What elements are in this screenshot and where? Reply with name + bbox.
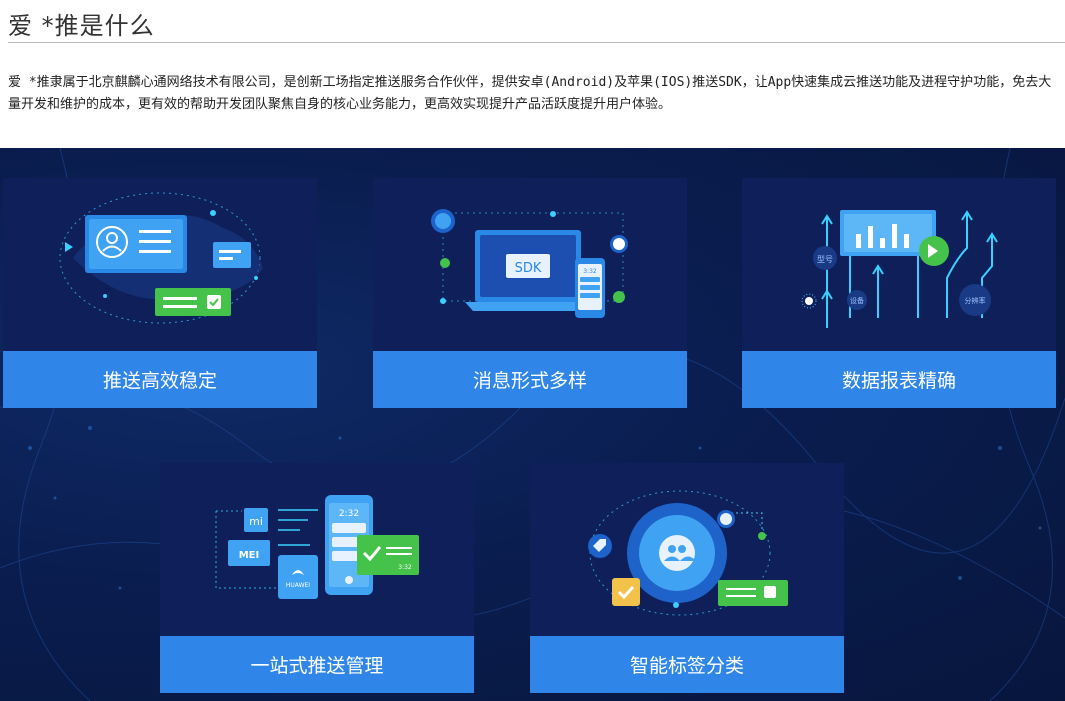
feature-caption: 智能标签分类 [530, 636, 844, 693]
feature-card-push-management[interactable]: mi MEI HUAWEI 2:32 3:32 一站式推送管理 [160, 463, 474, 693]
sdk-laptop-icon: SDK 3:32 [431, 209, 628, 318]
feature-card-smart-tags[interactable]: 智能标签分类 [530, 463, 844, 693]
report-tag-device: 设备 [850, 296, 864, 305]
report-chart-icon: 型号 设备 分辨率 [801, 210, 998, 328]
report-tag-model: 型号 [817, 255, 833, 264]
feature-card-data-reports[interactable]: 型号 设备 分辨率 数据报表精确 [742, 178, 1056, 408]
page-title: 爱 *推是什么 [8, 12, 155, 40]
feature-caption: 推送高效稳定 [3, 351, 317, 408]
intro-paragraph: 爱 *推隶属于北京麒麟心通网络技术有限公司，是创新工场指定推送服务合作伙伴，提供… [8, 75, 1052, 112]
report-tag-resolution: 分辨率 [965, 296, 986, 305]
meizu-logo: MEI [239, 550, 260, 561]
feature-caption: 一站式推送管理 [160, 636, 474, 693]
phone-time: 3:32 [583, 268, 597, 275]
feature-card-message-forms[interactable]: SDK 3:32 消息形式多样 [373, 178, 687, 408]
phone-brands-icon: mi MEI HUAWEI 2:32 3:32 [215, 495, 419, 599]
huawei-logo: HUAWEI [286, 582, 310, 589]
features-banner: 推送高效稳定 SDK 3:32 消息形式多样 型号 设备 分辨率 数据报表精确 … [0, 148, 1065, 701]
title-divider [8, 42, 1065, 43]
message-time: 3:32 [398, 564, 412, 571]
id-card-network-icon [59, 192, 263, 324]
user-tag-icon [588, 490, 788, 616]
feature-caption: 数据报表精确 [742, 351, 1056, 408]
sdk-label: SDK [515, 261, 542, 276]
feature-caption: 消息形式多样 [373, 351, 687, 408]
phone-clock: 2:32 [339, 509, 359, 519]
feature-card-stable-push[interactable]: 推送高效稳定 [3, 178, 317, 408]
mi-logo: mi [249, 515, 263, 528]
